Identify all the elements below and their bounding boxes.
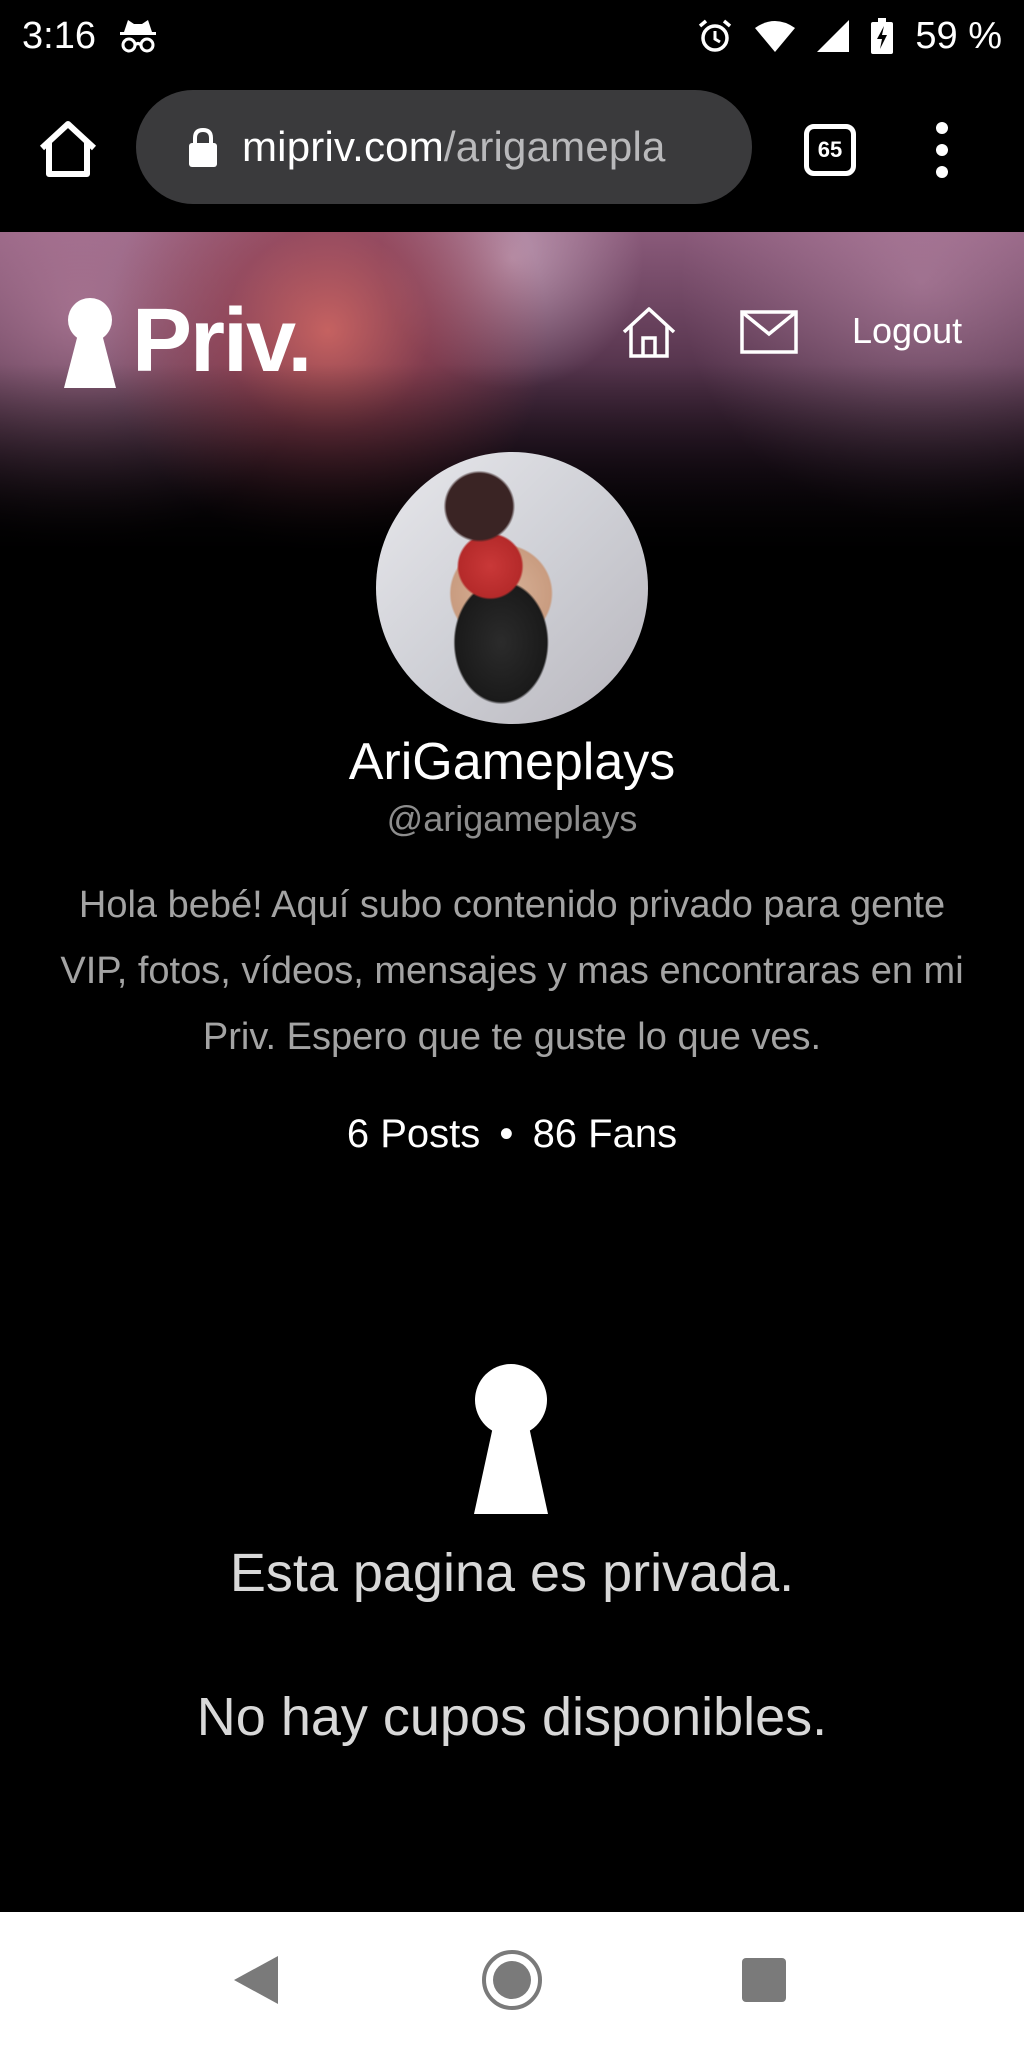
profile-handle: @arigameplays bbox=[386, 798, 638, 839]
bio-line: VIP, fotos, vídeos, mensajes y mas encon… bbox=[60, 950, 964, 992]
address-bar[interactable]: mipriv.com/arigamepla bbox=[136, 90, 752, 204]
messages-button[interactable] bbox=[740, 310, 798, 354]
keyhole-logo-icon bbox=[64, 297, 116, 388]
status-bar: 3:16 59 % bbox=[0, 0, 1024, 72]
more-vert-icon bbox=[936, 122, 948, 178]
screen: 3:16 59 % mipriv.com/arigamepla 65 Priv.… bbox=[0, 0, 1024, 2048]
lock-icon bbox=[189, 127, 217, 167]
posts-count: 6 Posts bbox=[346, 1112, 481, 1156]
browser-menu-button[interactable] bbox=[930, 120, 954, 180]
fans-count: 86 Fans bbox=[532, 1112, 678, 1156]
browser-home-button[interactable] bbox=[34, 116, 102, 184]
logo-text: Priv. bbox=[132, 291, 312, 391]
back-icon[interactable] bbox=[234, 1956, 278, 2004]
status-right: 59 % bbox=[697, 15, 1002, 58]
incognito-icon bbox=[118, 18, 158, 54]
alarm-icon bbox=[697, 18, 733, 54]
url-path: /arigamepla bbox=[443, 123, 666, 170]
browser-toolbar: mipriv.com/arigamepla 65 bbox=[0, 72, 1024, 230]
url-domain: mipriv.com bbox=[242, 123, 444, 170]
site-home-button[interactable] bbox=[620, 304, 678, 360]
status-time: 3:16 bbox=[22, 14, 96, 57]
stats-separator: • bbox=[499, 1112, 514, 1156]
mail-icon bbox=[740, 310, 798, 354]
bio-line: Priv. Espero que te guste lo que ves. bbox=[202, 1016, 822, 1058]
logout-link[interactable]: Logout bbox=[852, 310, 962, 352]
profile-bio: Hola bebé! Aquí subo contenido privado p… bbox=[6, 872, 1018, 1070]
android-nav-bar bbox=[0, 1912, 1024, 2048]
profile-avatar[interactable] bbox=[376, 452, 648, 724]
home-icon bbox=[39, 121, 97, 177]
wifi-icon bbox=[755, 20, 796, 52]
private-page-message: Esta pagina es privada. bbox=[229, 1543, 795, 1603]
battery-percent: 59 % bbox=[915, 14, 1002, 57]
no-slots-message: No hay cupos disponibles. bbox=[196, 1687, 828, 1747]
recents-icon[interactable] bbox=[742, 1958, 786, 2002]
url-text: mipriv.com/arigamepla bbox=[242, 123, 666, 171]
site-logo[interactable]: Priv. bbox=[62, 290, 312, 393]
signal-icon bbox=[817, 20, 850, 52]
home-circle-icon[interactable] bbox=[480, 1948, 544, 2012]
status-left: 3:16 bbox=[22, 15, 158, 58]
tab-switcher-button[interactable]: 65 bbox=[804, 124, 856, 176]
profile-stats: 6 Posts • 86 Fans bbox=[0, 1112, 1024, 1157]
tab-count: 65 bbox=[817, 137, 843, 162]
keyhole-icon bbox=[474, 1364, 548, 1514]
home-icon bbox=[622, 307, 676, 358]
bio-line: Hola bebé! Aquí subo contenido privado p… bbox=[78, 884, 946, 926]
battery-charging-icon bbox=[871, 18, 894, 54]
profile-display-name: AriGameplays bbox=[348, 733, 676, 791]
